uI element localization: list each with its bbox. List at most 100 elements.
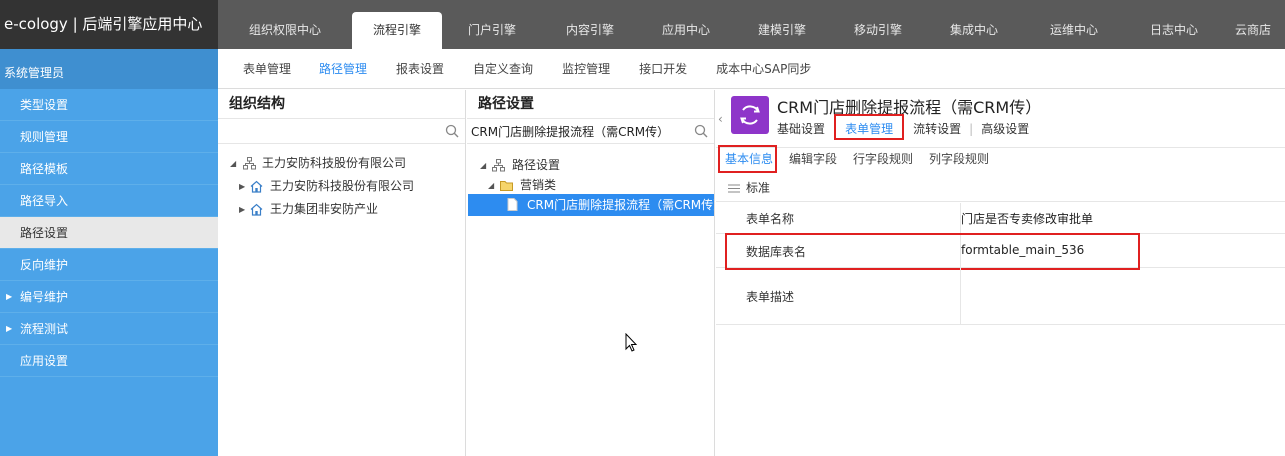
expanded-triangle-icon[interactable]: ◢	[488, 177, 494, 194]
expanded-triangle-icon[interactable]: ◢	[480, 154, 486, 177]
sidebar: 系统管理员 类型设置 规则管理 路径模板 路径导入 路径设置 反向维护 ▶ 编号维…	[0, 49, 218, 456]
sidebar-item-path-templates[interactable]: 路径模板	[0, 153, 218, 185]
sidebar-item-label: 应用设置	[20, 354, 69, 368]
org-chart-icon	[243, 157, 256, 170]
sidebar-item-label: 路径模板	[20, 162, 69, 176]
folder-icon	[500, 181, 513, 191]
path-search	[467, 118, 714, 144]
org-search	[218, 118, 465, 144]
tab-app-center[interactable]: 应用中心	[638, 0, 734, 49]
subnav-cost-center-sap-sync[interactable]: 成本中心SAP同步	[716, 49, 811, 88]
highlight-box	[725, 233, 1140, 270]
tab-ops-center[interactable]: 运维中心	[1022, 0, 1126, 49]
path-tree-root[interactable]: ◢ 路径设置	[467, 154, 714, 177]
divider	[716, 147, 1285, 148]
subnav-monitor-management[interactable]: 监控管理	[562, 49, 610, 88]
tab-flow-settings[interactable]: 流转设置	[913, 118, 961, 140]
highlight-box	[834, 114, 904, 140]
org-tree-node[interactable]: ▶ 王力集团非安防产业	[218, 198, 465, 221]
subnav-form-management[interactable]: 表单管理	[243, 49, 291, 88]
search-icon[interactable]	[694, 124, 708, 138]
tab-org-permission[interactable]: 组织权限中心	[218, 0, 352, 49]
org-search-input[interactable]	[218, 119, 465, 143]
workflow-icon	[731, 96, 769, 134]
mouse-cursor-icon	[625, 333, 638, 352]
sidebar-item-label: 路径导入	[20, 194, 69, 208]
tab-advanced-settings[interactable]: 高级设置	[981, 118, 1029, 140]
subnav-custom-query[interactable]: 自定义查询	[473, 49, 533, 88]
subnav-api-development[interactable]: 接口开发	[639, 49, 687, 88]
tab-cloud-store[interactable]: 云商店	[1222, 0, 1284, 49]
sidebar-item-label: 规则管理	[20, 130, 69, 144]
tab-basic-settings[interactable]: 基础设置	[777, 118, 825, 140]
tab-modeling-engine[interactable]: 建模引擎	[734, 0, 830, 49]
sidebar-item-label: 反向维护	[20, 258, 69, 272]
sidebar-item-numbering[interactable]: ▶ 编号维护	[0, 281, 218, 313]
sidebar-header: 系统管理员	[0, 49, 218, 89]
field-label: 表单名称	[746, 212, 795, 226]
workflow-detail-panel: ‹ CRM门店删除提报流程（需CRM传） 基础设置 | 表单管理 | 流转设置 …	[716, 90, 1285, 456]
subnav-report-settings[interactable]: 报表设置	[396, 49, 444, 88]
tree-node-label: 王力安防科技股份有限公司	[270, 179, 415, 193]
tree-node-label: 王力安防科技股份有限公司	[262, 156, 407, 170]
sidebar-item-path-import[interactable]: 路径导入	[0, 185, 218, 217]
field-label: 表单描述	[746, 290, 795, 304]
tab-edit-fields[interactable]: 编辑字段	[789, 149, 837, 169]
tab-mobile-engine[interactable]: 移动引擎	[830, 0, 926, 49]
collapse-left-icon[interactable]: ‹	[718, 112, 723, 126]
form-row-form-description: 表单描述	[716, 268, 1285, 325]
tree-node-label: 王力集团非安防产业	[270, 202, 379, 216]
highlight-box	[718, 145, 777, 173]
sub-nav: 表单管理 路径管理 报表设置 自定义查询 监控管理 接口开发 成本中心SAP同步	[218, 49, 1285, 89]
tree-node-label: 营销类	[520, 178, 557, 192]
workflow-title: CRM门店删除提报流程（需CRM传）	[777, 98, 1042, 117]
collapsed-triangle-icon[interactable]: ▶	[239, 198, 245, 221]
path-tree-item-selected[interactable]: CRM门店删除提报流程（需CRM传）	[468, 194, 714, 216]
form-row-form-name: 表单名称 门店是否专卖修改审批单	[716, 203, 1285, 234]
menu-icon	[728, 184, 740, 193]
org-tree-root[interactable]: ◢ 王力安防科技股份有限公司	[218, 152, 465, 175]
caret-right-icon: ▶	[6, 324, 13, 333]
tab-log-center[interactable]: 日志中心	[1126, 0, 1222, 49]
app-title: e-cology | 后端引擎应用中心	[0, 0, 218, 49]
path-tree-folder[interactable]: ◢ 营销类	[467, 177, 714, 194]
sidebar-item-reverse-maintenance[interactable]: 反向维护	[0, 249, 218, 281]
tab-portal-engine[interactable]: 门户引擎	[442, 0, 542, 49]
top-bar: e-cology | 后端引擎应用中心 组织权限中心 流程引擎 门户引擎 内容引…	[0, 0, 1285, 49]
sidebar-item-path-settings[interactable]: 路径设置	[0, 217, 218, 249]
sidebar-item-workflow-test[interactable]: ▶ 流程测试	[0, 313, 218, 345]
field-value: 门店是否专卖修改审批单	[961, 212, 1094, 226]
tab-column-field-rules[interactable]: 列字段规则	[929, 149, 989, 169]
subnav-path-management[interactable]: 路径管理	[319, 49, 367, 88]
tab-content-engine[interactable]: 内容引擎	[542, 0, 638, 49]
main-tabs: 组织权限中心 流程引擎 门户引擎 内容引擎 应用中心 建模引擎 移动引擎 集成中…	[218, 0, 1284, 49]
sidebar-item-app-settings[interactable]: 应用设置	[0, 345, 218, 377]
sidebar-item-type-settings[interactable]: 类型设置	[0, 89, 218, 121]
panel-title: 组织结构	[229, 96, 285, 112]
sidebar-item-label: 编号维护	[20, 290, 69, 304]
org-tree-node[interactable]: ▶ 王力安防科技股份有限公司	[218, 175, 465, 198]
sidebar-item-label: 流程测试	[20, 322, 69, 336]
panel-title: 路径设置	[478, 96, 534, 112]
path-search-input[interactable]	[467, 119, 714, 143]
search-icon[interactable]	[445, 124, 459, 138]
sidebar-item-rule-management[interactable]: 规则管理	[0, 121, 218, 153]
collapsed-triangle-icon[interactable]: ▶	[239, 175, 245, 198]
section-header[interactable]: 标准	[716, 175, 1285, 202]
tab-row-field-rules[interactable]: 行字段规则	[853, 149, 913, 169]
expanded-triangle-icon[interactable]: ◢	[230, 152, 236, 175]
tab-separator: |	[969, 122, 974, 136]
house-icon	[250, 180, 263, 193]
tab-integration-center[interactable]: 集成中心	[926, 0, 1022, 49]
org-chart-icon	[492, 159, 505, 172]
section-title: 标准	[746, 181, 771, 195]
house-icon	[250, 203, 263, 216]
org-structure-panel: 组织结构 ◢ 王力安防科技股份有限公司 ▶ 王力安防科技股份有限公司 ▶ 王力集…	[218, 90, 466, 456]
tree-node-label: 路径设置	[512, 158, 561, 172]
sidebar-item-label: 路径设置	[20, 226, 69, 240]
document-icon	[507, 198, 518, 211]
path-settings-panel: 路径设置 ◢ 路径设置 ◢ 营销类 CRM门店删除提报流程（需CRM传）	[467, 90, 715, 456]
field-value-cell[interactable]	[960, 268, 1285, 324]
sidebar-item-label: 类型设置	[20, 98, 69, 112]
tab-workflow-engine[interactable]: 流程引擎	[352, 12, 442, 49]
